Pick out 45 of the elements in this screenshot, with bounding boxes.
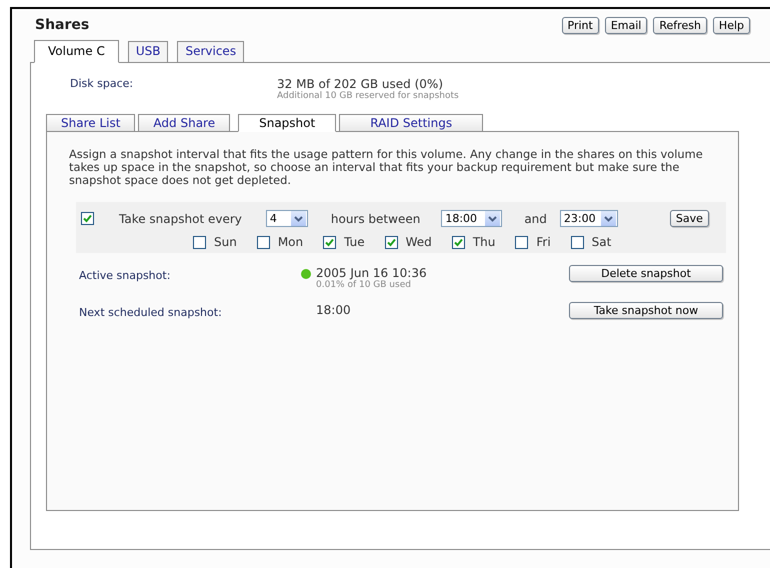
checkbox[interactable] (256, 236, 270, 248)
and-label: and (524, 212, 547, 226)
checkbox-label: Mon (278, 235, 304, 249)
checked-checkbox[interactable] (81, 212, 94, 225)
checkbox-label: Sat (592, 235, 612, 249)
disk-usage-value: 32 MB of 202 GB used (0%) (277, 77, 444, 91)
hours-label: hours between (330, 212, 420, 226)
checkbox-label: Fri (536, 235, 551, 249)
checkbox[interactable] (570, 236, 584, 248)
interval-dropdown[interactable]: 4 (266, 210, 308, 227)
header-button[interactable]: Refresh (653, 16, 707, 34)
header-button[interactable]: Email (604, 16, 648, 34)
delete-snapshot-button[interactable]: Delete snapshot (569, 265, 723, 282)
checkbox-label: Tue (344, 235, 365, 249)
tab[interactable]: RAID Settings (339, 114, 484, 131)
volume-tab[interactable]: USB (128, 41, 168, 62)
field-label: Active snapshot: (79, 269, 172, 282)
tab[interactable]: Snapshot (238, 114, 336, 132)
schedule-label: Take snapshot every (119, 212, 242, 226)
checked-checkbox[interactable] (323, 236, 336, 248)
page-title: Shares (35, 17, 90, 33)
checkbox-label: Thu (472, 235, 496, 249)
description-text: Assign a snapshot interval that fits the usage pattern for this volume. Any change in the shares on this volume takes up space in the snapshot, so choose an interval that fits your backup requirement but make sure the snapshot space does not get depleted. (69, 148, 704, 187)
save-button[interactable]: Save (670, 210, 709, 227)
start-time-dropdown[interactable]: 18:00 (441, 210, 502, 227)
tab[interactable]: Add Share (138, 114, 230, 131)
reserved-note: Additional 10 GB reserved for snapshots (277, 91, 460, 101)
checkbox[interactable] (193, 236, 206, 248)
checked-checkbox[interactable] (452, 236, 465, 248)
tab[interactable]: Share List (46, 114, 136, 131)
header-button[interactable]: Help (712, 16, 750, 34)
field-label: Next scheduled snapshot: (79, 306, 223, 319)
next-snapshot-time: 18:00 (316, 303, 352, 317)
checkbox[interactable] (515, 236, 528, 248)
end-time-dropdown[interactable]: 23:00 (560, 210, 618, 227)
volume-tab[interactable]: Volume C (34, 40, 119, 63)
snapshot-date: 2005 Jun 16 10:36 (316, 266, 427, 280)
snapshot-usage-note: 0.01% of 10 GB used (316, 280, 412, 290)
header-button[interactable]: Print (562, 16, 599, 34)
checked-checkbox[interactable] (384, 236, 398, 248)
take-snapshot-button[interactable]: Take snapshot now (569, 302, 723, 319)
field-label: Disk space: (70, 77, 134, 92)
checkbox-label: Wed (406, 235, 432, 249)
volume-tab[interactable]: Services (177, 41, 244, 62)
checkbox-label: Sun (214, 235, 237, 249)
